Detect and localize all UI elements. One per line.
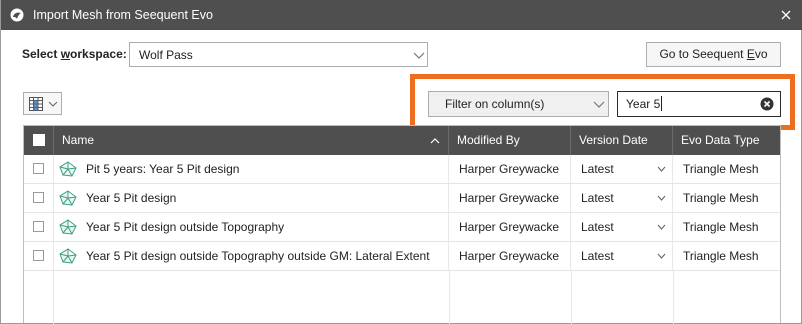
row-checkbox-cell <box>24 242 54 270</box>
header-name[interactable]: Name <box>54 126 449 155</box>
row-checkbox[interactable] <box>33 192 44 203</box>
modified-by-cell: Harper Greywacke <box>449 213 571 241</box>
mesh-table: Name Modified By Version Date Evo Data T… <box>23 125 781 324</box>
name-cell: Pit 5 years: Year 5 Pit design <box>54 155 449 183</box>
filter-search-input[interactable]: Year 5 <box>617 91 781 117</box>
evo-data-type-cell: Triangle Mesh <box>683 162 759 176</box>
name-cell: Year 5 Pit design <box>54 184 449 212</box>
version-date-cell[interactable]: Latest <box>571 242 673 270</box>
filter-column-value: Filter on column(s) <box>445 97 545 111</box>
row-checkbox[interactable] <box>33 250 44 261</box>
triangle-mesh-icon <box>59 248 77 264</box>
row-checkbox-cell <box>24 155 54 183</box>
header-modified-by[interactable]: Modified By <box>449 126 571 155</box>
column-divider <box>449 271 450 324</box>
triangle-mesh-icon <box>59 161 77 177</box>
modified-by-cell: Harper Greywacke <box>449 155 571 183</box>
workspace-value: Wolf Pass <box>139 48 193 62</box>
select-all-cell <box>24 126 54 155</box>
chevron-down-icon <box>413 52 425 59</box>
chevron-down-icon <box>657 166 666 172</box>
workspace-select[interactable]: Wolf Pass <box>129 42 428 67</box>
close-icon[interactable] <box>778 7 794 23</box>
row-checkbox-cell <box>24 213 54 241</box>
go-to-seequent-evo-button[interactable]: Go to Seequent Evo <box>646 42 781 67</box>
chevron-down-icon <box>593 101 605 108</box>
table-header: Name Modified By Version Date Evo Data T… <box>24 126 780 155</box>
column-chooser-button[interactable] <box>23 92 62 115</box>
sort-ascending-icon <box>430 138 440 144</box>
version-date-cell[interactable]: Latest <box>571 213 673 241</box>
header-version-date[interactable]: Version Date <box>571 126 673 155</box>
chevron-down-icon <box>48 101 58 107</box>
empty-column-filler <box>24 271 54 324</box>
triangle-mesh-icon <box>59 219 77 235</box>
chevron-down-icon <box>657 224 666 230</box>
chevron-down-icon <box>657 253 666 259</box>
clear-icon[interactable] <box>760 97 774 111</box>
table-row[interactable]: Pit 5 years: Year 5 Pit design Harper Gr… <box>24 155 780 184</box>
column-divider <box>571 271 572 324</box>
leapfrog-app-icon <box>10 8 24 22</box>
chevron-down-icon <box>657 195 666 201</box>
version-date-cell[interactable]: Latest <box>571 155 673 183</box>
title-bar: Import Mesh from Seequent Evo <box>1 0 802 30</box>
triangle-mesh-icon <box>59 190 77 206</box>
workspace-label: Select workspace: <box>22 47 127 61</box>
name-cell: Year 5 Pit design outside Topography <box>54 213 449 241</box>
row-checkbox[interactable] <box>33 221 44 232</box>
import-mesh-dialog: Import Mesh from Seequent Evo Select wor… <box>0 0 802 324</box>
evo-data-type-cell: Triangle Mesh <box>683 249 759 263</box>
evo-data-type-cell: Triangle Mesh <box>683 220 759 234</box>
header-evo-data-type[interactable]: Evo Data Type <box>673 126 780 155</box>
text-caret <box>661 96 662 111</box>
table-row[interactable]: Year 5 Pit design Harper Greywacke Lates… <box>24 184 780 213</box>
window-title: Import Mesh from Seequent Evo <box>33 8 213 22</box>
name-cell: Year 5 Pit design outside Topography out… <box>54 242 449 270</box>
column-divider <box>673 271 674 324</box>
table-row[interactable]: Year 5 Pit design outside Topography Har… <box>24 213 780 242</box>
columns-icon <box>29 97 43 111</box>
modified-by-cell: Harper Greywacke <box>449 242 571 270</box>
table-row[interactable]: Year 5 Pit design outside Topography out… <box>24 242 780 271</box>
search-value: Year 5 <box>626 97 661 111</box>
filter-column-select[interactable]: Filter on column(s) <box>428 91 609 117</box>
version-date-cell[interactable]: Latest <box>571 184 673 212</box>
modified-by-cell: Harper Greywacke <box>449 184 571 212</box>
select-all-checkbox[interactable] <box>33 134 45 146</box>
row-checkbox-cell <box>24 184 54 212</box>
row-checkbox[interactable] <box>33 163 44 174</box>
evo-data-type-cell: Triangle Mesh <box>683 191 759 205</box>
